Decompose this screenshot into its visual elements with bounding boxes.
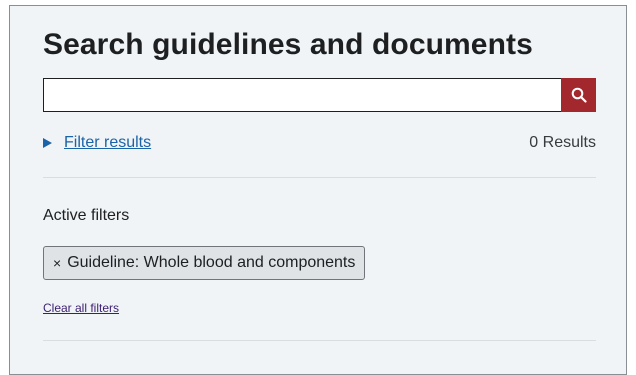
triangle-right-icon: [43, 138, 52, 148]
active-filters-label: Active filters: [43, 207, 130, 224]
filter-results-toggle[interactable]: Filter results: [43, 134, 151, 152]
search-button[interactable]: [561, 78, 596, 112]
results-count: 0 Results: [529, 134, 596, 151]
search-icon: [571, 87, 587, 103]
clear-all-filters-link[interactable]: Clear all filters: [43, 301, 119, 315]
remove-filter-icon: ×: [53, 255, 62, 271]
divider: [43, 177, 596, 178]
search-bar: [43, 78, 596, 112]
search-panel: Search guidelines and documents Filter r…: [9, 5, 627, 375]
filter-row: Filter results 0 Results: [43, 134, 596, 156]
search-input[interactable]: [43, 78, 561, 112]
active-filter-chip[interactable]: × Guideline: Whole blood and components: [43, 246, 366, 280]
filter-results-label: Filter results: [64, 134, 152, 151]
divider: [43, 340, 596, 341]
page-title: Search guidelines and documents: [43, 28, 533, 61]
active-filter-chip-label: Guideline: Whole blood and components: [67, 254, 356, 271]
